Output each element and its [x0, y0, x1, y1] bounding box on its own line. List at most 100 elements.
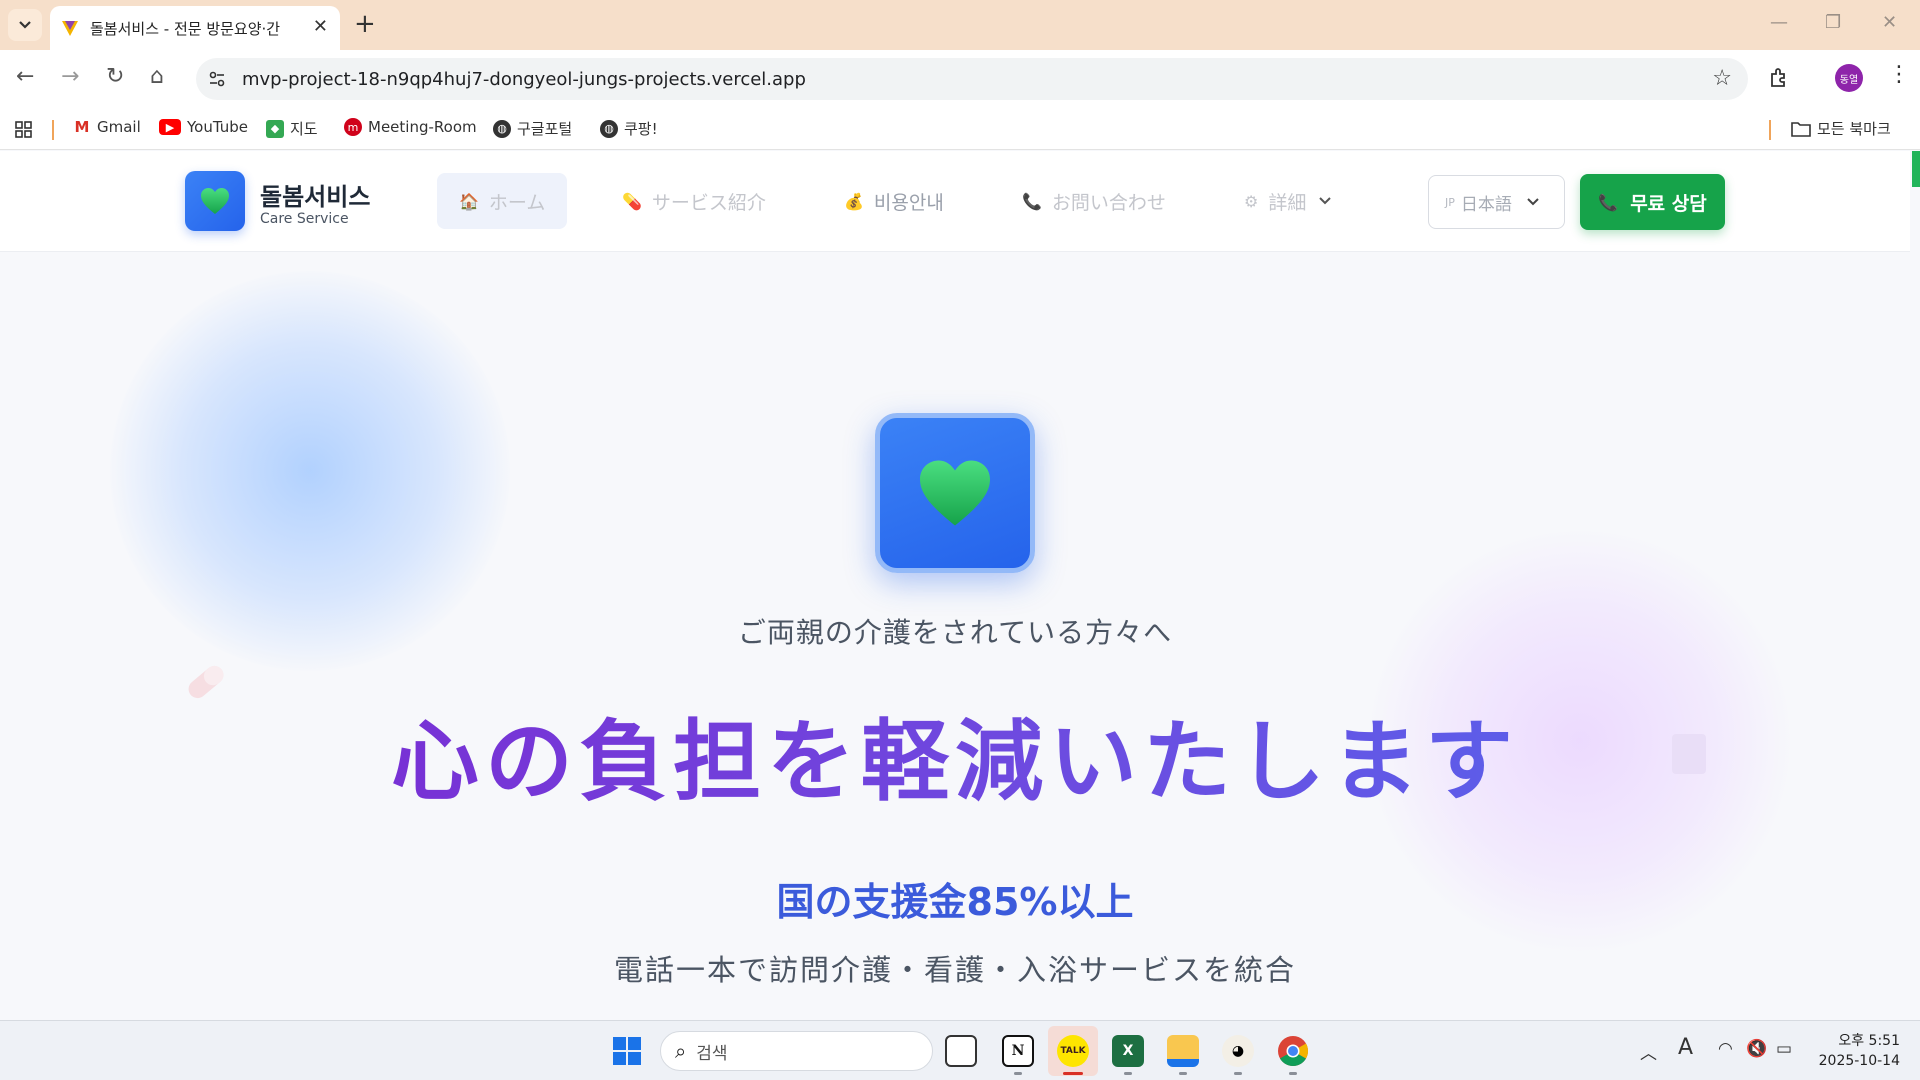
address-bar-row: ← → ↻ ⌂ mvp-project-18-n9qp4huj7-dongyeo… — [0, 50, 1920, 108]
hero-title: 心の負担を軽減いたします — [0, 691, 1910, 818]
taskbar-search[interactable]: ⌕ 검색 — [660, 1031, 933, 1071]
nav-services[interactable]: 💊 サービス紹介 — [600, 173, 788, 229]
logo[interactable] — [185, 171, 245, 231]
nav-label: ホーム — [488, 191, 546, 214]
tab-list-button[interactable] — [8, 9, 42, 41]
site-header: 돌봄서비스 Care Service 🏠 ホーム 💊 サービス紹介 💰 비용안내… — [0, 151, 1910, 252]
money-bag-icon: 💰 — [844, 191, 864, 211]
profile-avatar[interactable]: 동열 — [1835, 64, 1863, 92]
reload-icon[interactable]: ↻ — [106, 64, 124, 89]
free-consultation-button[interactable]: 📞 무료 상담 — [1580, 174, 1725, 230]
url-omnibox[interactable]: mvp-project-18-n9qp4huj7-dongyeol-jungs-… — [196, 58, 1748, 100]
hero-support-text: 国の支援金85%以上 — [776, 880, 1134, 924]
all-bookmarks-label: 모든 북마크 — [1817, 120, 1891, 138]
web-page: 돌봄서비스 Care Service 🏠 ホーム 💊 サービス紹介 💰 비용안내… — [0, 151, 1920, 1020]
nav-label: 비용안내 — [873, 191, 944, 214]
url-text: mvp-project-18-n9qp4huj7-dongyeol-jungs-… — [242, 68, 806, 90]
house-icon: 🏠 — [459, 191, 479, 211]
bookmarks-bar: M Gmail ▶ YouTube ◆ 지도 m Meeting-Room ◍ … — [0, 108, 1920, 150]
bookmark-label: Gmail — [97, 118, 141, 136]
wifi-icon[interactable]: ◠ — [1718, 1039, 1733, 1059]
nav-label: お問い合わせ — [1051, 191, 1166, 214]
phone-icon: 📞 — [1598, 192, 1619, 212]
running-indicator — [1179, 1072, 1187, 1075]
bookmark-meeting-room[interactable]: m Meeting-Room — [344, 118, 477, 136]
bookmark-separator — [52, 120, 54, 140]
search-placeholder: 검색 — [696, 1043, 728, 1064]
browser-tab-bar: 돌봄서비스 - 전문 방문요양·간 ✕ + — ❐ ✕ — [0, 0, 1920, 50]
kakaotalk-icon[interactable]: TALK — [1057, 1035, 1089, 1067]
running-indicator — [1234, 1072, 1242, 1075]
hero-description: 電話一本で訪問介護・看護・入浴サービスを統合 — [613, 953, 1296, 987]
language-selector[interactable]: JP 日本語 — [1428, 175, 1565, 229]
bookmark-label: 쿠팡! — [624, 120, 658, 138]
bookmark-google-portal[interactable]: ◍ 구글포털 — [493, 118, 572, 139]
bookmark-youtube[interactable]: ▶ YouTube — [159, 118, 248, 136]
clock-date: 2025-10-14 — [1818, 1053, 1900, 1069]
bookmark-label: Meeting-Room — [368, 118, 477, 136]
folder-icon — [1791, 121, 1811, 137]
restore-button[interactable]: ❐ — [1825, 12, 1841, 33]
all-bookmarks-button[interactable]: 모든 북마크 — [1791, 118, 1891, 139]
task-view-icon[interactable] — [945, 1035, 977, 1067]
battery-icon[interactable]: ▭ — [1776, 1039, 1792, 1059]
site-info-icon[interactable] — [206, 68, 228, 90]
language-code: JP — [1445, 195, 1455, 209]
back-icon[interactable]: ← — [16, 64, 34, 89]
new-tab-button[interactable]: + — [354, 8, 376, 40]
globe-icon: ◍ — [493, 119, 511, 138]
cta-label: 무료 상담 — [1630, 192, 1707, 215]
chevron-down-icon — [19, 21, 31, 29]
bookmark-maps[interactable]: ◆ 지도 — [266, 118, 318, 139]
extensions-icon[interactable] — [1768, 66, 1792, 90]
apps-grid-icon[interactable] — [14, 120, 34, 140]
system-clock[interactable]: 오후 5:51 2025-10-14 — [1810, 1031, 1900, 1071]
nav-home[interactable]: 🏠 ホーム — [437, 173, 568, 229]
bookmark-label: 구글포털 — [517, 120, 573, 138]
close-tab-icon[interactable]: ✕ — [313, 16, 328, 37]
chrome-icon[interactable] — [1277, 1035, 1309, 1067]
nav-label: サービス紹介 — [651, 191, 766, 214]
bookmark-star-icon[interactable]: ☆ — [1712, 66, 1732, 91]
windows-start-icon[interactable] — [612, 1036, 642, 1066]
mascot-app-icon[interactable]: ◕ — [1222, 1035, 1254, 1067]
nav-label: 詳細 — [1268, 191, 1307, 214]
tray-overflow-icon[interactable]: ︿ — [1640, 1039, 1657, 1064]
speaker-muted-icon[interactable]: 🔇 — [1746, 1039, 1767, 1059]
vercel-favicon-icon — [62, 21, 78, 36]
nav-contact[interactable]: 📞 お問い合わせ — [1000, 173, 1188, 229]
nav-details-dropdown[interactable]: ⚙ 詳細 — [1222, 173, 1354, 229]
hero-subtitle: ご両親の介護をされている方々へ — [737, 616, 1173, 649]
bookmark-coupang[interactable]: ◍ 쿠팡! — [600, 118, 658, 139]
excel-icon[interactable]: X — [1112, 1035, 1144, 1067]
notion-icon[interactable]: N — [1002, 1035, 1034, 1067]
bookmark-label: YouTube — [187, 118, 248, 136]
language-label: 日本語 — [1460, 194, 1512, 215]
brand-name[interactable]: 돌봄서비스 — [260, 177, 370, 212]
running-indicator — [1289, 1072, 1297, 1075]
ime-indicator-icon[interactable]: A — [1678, 1035, 1693, 1060]
youtube-icon: ▶ — [159, 119, 181, 135]
heart-icon — [920, 460, 990, 526]
forward-icon[interactable]: → — [61, 64, 79, 89]
file-explorer-icon[interactable] — [1167, 1035, 1199, 1067]
page-scrollbar[interactable] — [1912, 151, 1920, 187]
clock-time: 오후 5:51 — [1838, 1033, 1900, 1049]
nav-pricing[interactable]: 💰 비용안내 — [822, 173, 966, 229]
running-indicator — [1014, 1072, 1022, 1075]
chevron-down-icon — [1319, 197, 1332, 205]
brand-subtitle: Care Service — [260, 211, 349, 227]
browser-menu-icon[interactable]: ⋮ — [1888, 62, 1910, 87]
home-icon[interactable]: ⌂ — [150, 64, 164, 89]
maps-icon: ◆ — [266, 119, 284, 138]
phone-icon: 📞 — [1022, 191, 1042, 211]
bookmark-separator — [1769, 120, 1771, 140]
running-indicator — [1124, 1072, 1132, 1075]
close-window-button[interactable]: ✕ — [1882, 12, 1897, 33]
bookmark-gmail[interactable]: M Gmail — [73, 118, 141, 136]
globe-icon: ◍ — [600, 119, 618, 138]
browser-tab[interactable]: 돌봄서비스 - 전문 방문요양·간 ✕ — [50, 6, 340, 50]
windows-taskbar: ⌕ 검색 N TALK X ◕ ︿ A ◠ 🔇 ▭ 오후 5:51 2025-1… — [0, 1020, 1920, 1080]
tab-title: 돌봄서비스 - 전문 방문요양·간 — [90, 19, 281, 38]
minimize-button[interactable]: — — [1770, 12, 1788, 33]
